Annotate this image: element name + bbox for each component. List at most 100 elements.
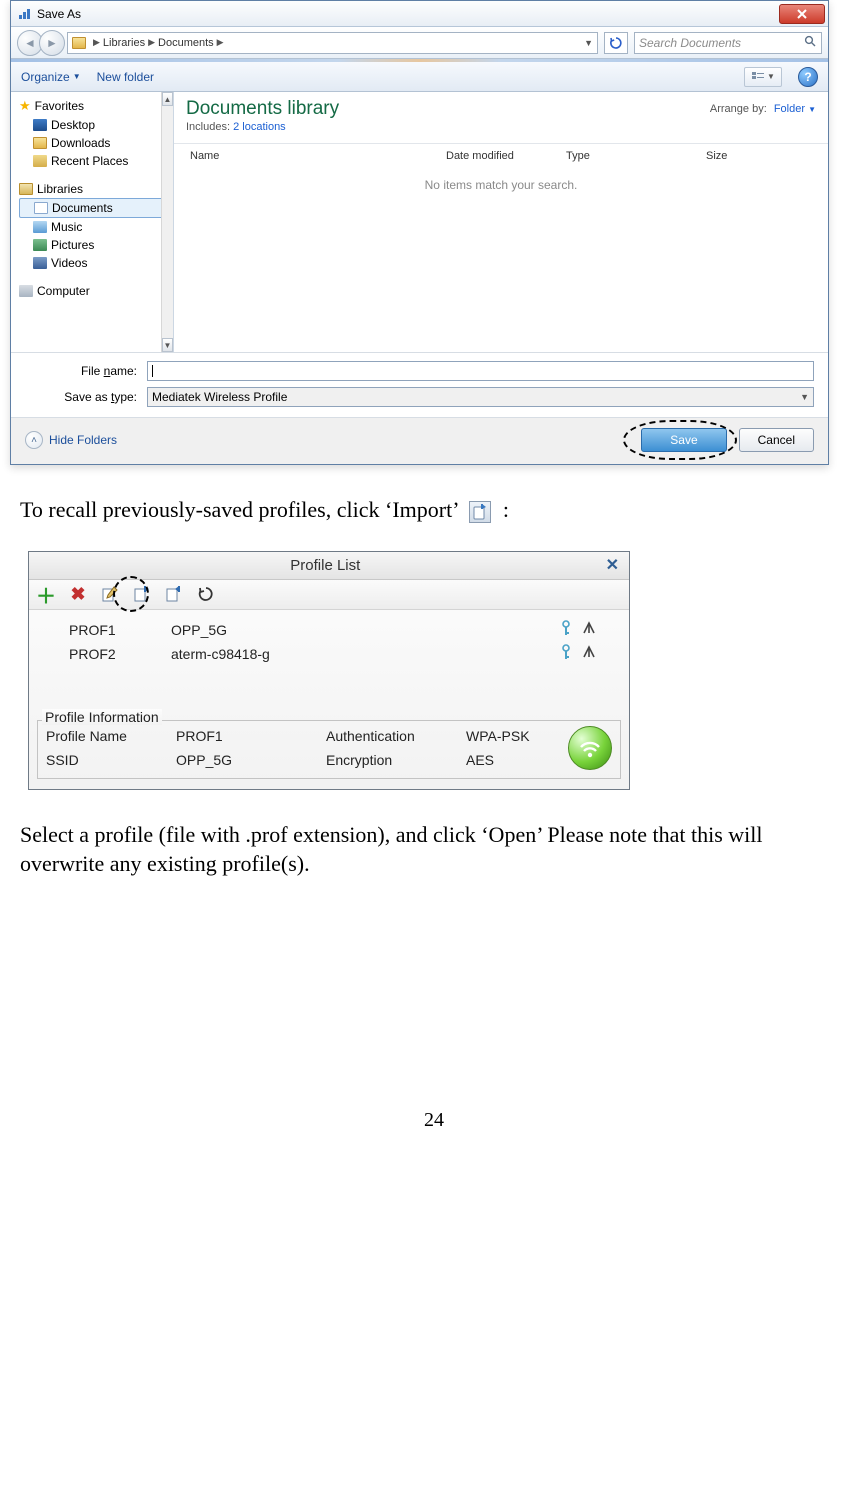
save-as-dialog: Save As ◄ ► ▶ Libraries ▶ Documents ▶ ▼: [10, 0, 829, 465]
col-date[interactable]: Date modified: [446, 150, 566, 162]
delete-profile-button[interactable]: ✖: [69, 585, 87, 603]
app-icon: [17, 7, 31, 21]
profile-info-legend: Profile Information: [42, 709, 162, 725]
save-as-type-label: Save as type:: [25, 390, 147, 404]
tree-favorites[interactable]: ★Favorites: [19, 96, 173, 116]
col-name[interactable]: Name: [186, 150, 446, 162]
refresh-button[interactable]: [604, 32, 628, 54]
breadcrumb-segment[interactable]: Documents: [158, 37, 214, 49]
organize-menu[interactable]: Organize ▼: [21, 70, 81, 84]
info-value: PROF1: [176, 728, 326, 744]
key-icon: [559, 644, 573, 663]
profile-list-panel: Profile List ✕ ＋ ✖: [28, 551, 630, 790]
key-icon: [559, 620, 573, 639]
desktop-icon: [33, 119, 47, 131]
tree-libraries[interactable]: Libraries: [19, 180, 173, 198]
document-icon: [34, 202, 48, 214]
profile-ssid: OPP_5G: [171, 622, 559, 638]
breadcrumb[interactable]: ▶ Libraries ▶ Documents ▶ ▼: [67, 32, 598, 54]
tree-item-videos[interactable]: Videos: [19, 254, 173, 272]
close-icon[interactable]: ✕: [602, 555, 623, 575]
music-icon: [33, 221, 47, 233]
save-as-type-select[interactable]: Mediatek Wireless Profile ▼: [147, 387, 814, 407]
cancel-button[interactable]: Cancel: [739, 428, 814, 452]
recent-icon: [33, 155, 47, 167]
tree-item-pictures[interactable]: Pictures: [19, 236, 173, 254]
file-name-input[interactable]: [147, 361, 814, 381]
profile-row[interactable]: PROF1 OPP_5G: [41, 618, 617, 642]
instruction-text-2: Select a profile (file with .prof extens…: [20, 820, 848, 879]
info-label: Profile Name: [46, 728, 176, 744]
scrollbar[interactable]: ▲ ▼: [161, 92, 173, 352]
file-list-pane: Documents library Includes: 2 locations …: [174, 92, 828, 352]
help-button[interactable]: ?: [798, 67, 818, 87]
col-size[interactable]: Size: [706, 150, 786, 162]
signal-icon: [581, 620, 597, 639]
tree-item-music[interactable]: Music: [19, 218, 173, 236]
scroll-up-icon[interactable]: ▲: [162, 92, 173, 106]
tree-item-desktop[interactable]: Desktop: [19, 116, 173, 134]
close-button[interactable]: [779, 4, 825, 24]
info-label: Encryption: [326, 752, 466, 768]
titlebar: Save As: [11, 1, 828, 27]
folder-icon: [33, 137, 47, 149]
wifi-status-icon: [568, 726, 612, 770]
tree-item-documents[interactable]: Documents: [19, 198, 167, 218]
chevron-down-icon: ▼: [808, 105, 816, 114]
profile-information: Profile Information Profile Name PROF1 A…: [37, 720, 621, 779]
search-placeholder: Search Documents: [639, 36, 741, 50]
profile-toolbar: ＋ ✖: [29, 580, 629, 610]
save-button[interactable]: Save: [641, 428, 726, 452]
computer-icon: [19, 285, 33, 297]
column-headers[interactable]: Name Date modified Type Size: [186, 144, 816, 168]
locations-link[interactable]: 2 locations: [233, 121, 286, 133]
chevron-down-icon[interactable]: ▼: [584, 38, 593, 48]
window-title: Save As: [37, 7, 81, 21]
chevron-right-icon: ▶: [148, 37, 155, 48]
libraries-icon: [19, 183, 33, 195]
empty-message: No items match your search.: [186, 178, 816, 192]
signal-icon: [581, 644, 597, 663]
arrange-by[interactable]: Arrange by: Folder ▼: [710, 103, 816, 115]
chevron-down-icon: ▼: [73, 72, 81, 81]
refresh-button[interactable]: [197, 585, 215, 603]
tree-computer[interactable]: Computer: [19, 282, 173, 300]
info-value: WPA-PSK: [466, 728, 552, 744]
scroll-down-icon[interactable]: ▼: [162, 338, 173, 352]
instruction-text-1: To recall previously-saved profiles, cli…: [20, 495, 848, 525]
folder-icon: [72, 37, 86, 49]
edit-profile-button[interactable]: [101, 585, 119, 603]
file-name-label: File name:: [25, 364, 147, 378]
pictures-icon: [33, 239, 47, 251]
page-number: 24: [10, 1109, 858, 1132]
export-profile-button[interactable]: [165, 585, 183, 603]
profile-panel-title: Profile List: [49, 557, 602, 574]
new-folder-button[interactable]: New folder: [97, 70, 154, 84]
chevron-up-icon: ˄: [25, 431, 43, 449]
col-type[interactable]: Type: [566, 150, 706, 162]
command-bar: Organize ▼ New folder ▼ ?: [11, 62, 828, 92]
profile-row[interactable]: PROF2 aterm-c98418-g: [41, 642, 617, 666]
info-value: AES: [466, 752, 552, 768]
import-icon: [469, 501, 491, 523]
star-icon: ★: [19, 98, 31, 114]
navbar: ◄ ► ▶ Libraries ▶ Documents ▶ ▼ Search D…: [11, 27, 828, 59]
forward-button[interactable]: ►: [39, 30, 65, 56]
videos-icon: [33, 257, 47, 269]
profile-name: PROF1: [41, 622, 171, 638]
chevron-down-icon: ▼: [767, 72, 775, 81]
chevron-right-icon: ▶: [93, 37, 100, 48]
add-profile-button[interactable]: ＋: [37, 585, 55, 603]
search-input[interactable]: Search Documents: [634, 32, 822, 54]
profile-ssid: aterm-c98418-g: [171, 646, 559, 662]
library-subtitle: Includes: 2 locations: [186, 121, 816, 133]
hide-folders-toggle[interactable]: ˄ Hide Folders: [25, 431, 117, 449]
view-options-button[interactable]: ▼: [744, 67, 782, 87]
import-profile-button[interactable]: [133, 585, 151, 603]
info-value: OPP_5G: [176, 752, 326, 768]
tree-item-recent[interactable]: Recent Places: [19, 152, 173, 170]
chevron-down-icon: ▼: [800, 392, 809, 402]
nav-tree: ★Favorites Desktop Downloads Recent Plac…: [11, 92, 174, 352]
breadcrumb-segment[interactable]: Libraries: [103, 37, 145, 49]
tree-item-downloads[interactable]: Downloads: [19, 134, 173, 152]
